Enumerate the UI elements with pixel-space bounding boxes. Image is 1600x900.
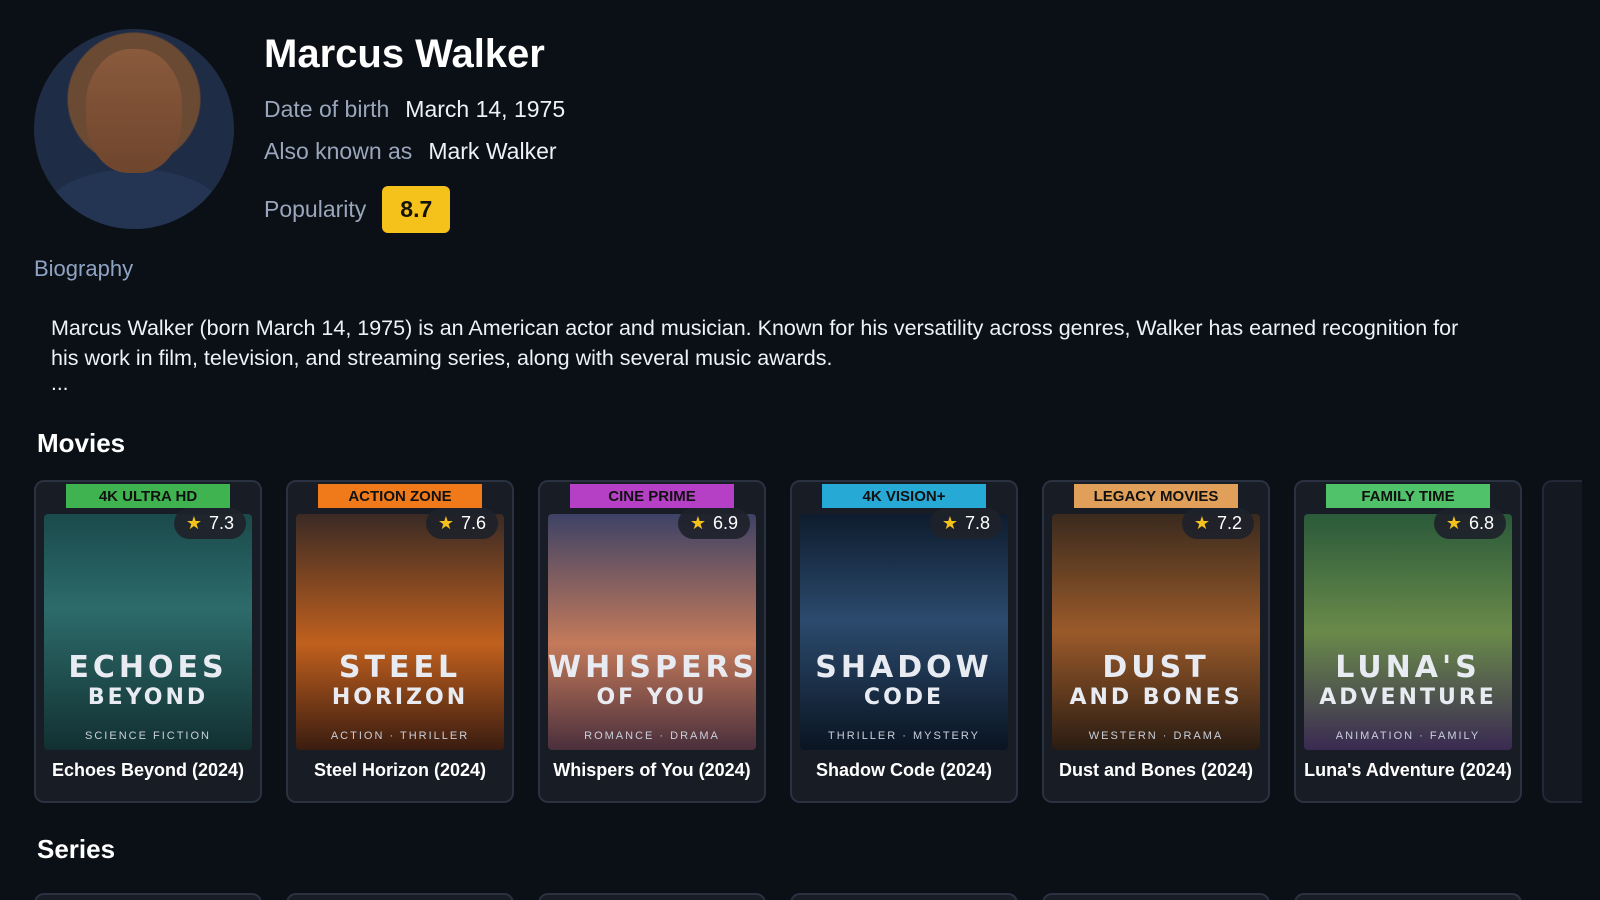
movie-poster[interactable]: SHADOW CODE THRILLER · MYSTERY [800,514,1008,750]
series-card[interactable] [34,893,262,900]
poster-title: STEEL HORIZON [296,650,504,710]
provider-badge: 4K ULTRA HD [66,484,230,508]
poster-title-main: DUST [1102,650,1210,685]
biography-more[interactable]: ... [51,372,69,396]
movie-card[interactable]: 4K ULTRA HD ECHOES BEYOND SCIENCE FICTIO… [34,480,262,803]
poster-title: SHADOW CODE [800,650,1008,710]
poster-title-main: WHISPERS [548,650,756,685]
provider-badge: ACTION ZONE [318,484,482,508]
dob-label: Date of birth [264,96,390,122]
star-icon: ★ [185,513,202,533]
series-card[interactable] [286,893,514,900]
movie-card[interactable]: FAMILY TIME LUNA'S ADVENTURE ANIMATION ·… [1294,480,1522,803]
rating-badge: ★ 7.8 [929,508,1002,539]
rating-value: 7.6 [460,513,486,533]
popularity-row: Popularity 8.7 [264,186,451,233]
poster-title-main: LUNA'S [1335,650,1481,685]
poster-genre: WESTERN · DRAMA [1088,730,1224,742]
movie-poster[interactable]: WHISPERS OF YOU ROMANCE · DRAMA [548,514,756,750]
star-icon: ★ [437,513,454,533]
rating-value: 6.9 [712,513,738,533]
movie-title[interactable]: Steel Horizon (2024) [288,760,512,781]
poster-title: WHISPERS OF YOU [548,650,756,710]
aka-value: Mark Walker [428,138,557,164]
movie-card[interactable]: CINE PRIME WHISPERS OF YOU ROMANCE · DRA… [538,480,766,803]
movie-title[interactable]: Echoes Beyond (2024) [36,760,260,781]
dob-value: March 14, 1975 [405,96,566,122]
series-card[interactable] [1294,893,1522,900]
star-icon: ★ [1193,513,1210,533]
rating-badge: ★ 6.8 [1433,508,1506,539]
poster-title-sub: ADVENTURE [1319,685,1497,710]
person-name: Marcus Walker [264,32,545,76]
star-icon: ★ [689,513,706,533]
movie-title[interactable]: Whispers of You (2024) [540,760,764,781]
movie-card[interactable]: LEGACY MOVIES DUST AND BONES WESTERN · D… [1042,480,1270,803]
popularity-label: Popularity [264,196,367,222]
movie-poster[interactable]: LUNA'S ADVENTURE ANIMATION · FAMILY [1304,514,1512,750]
rating-value: 7.2 [1216,513,1242,533]
rating-value: 7.8 [964,513,990,533]
movies-carousel: 4K ULTRA HD ECHOES BEYOND SCIENCE FICTIO… [34,480,1522,803]
poster-title: LUNA'S ADVENTURE [1304,650,1512,710]
movies-section-title: Movies [37,428,126,458]
avatar-shirt [44,169,224,229]
series-section-title: Series [37,834,116,864]
poster-title-sub: CODE [863,685,945,710]
provider-badge: FAMILY TIME [1326,484,1490,508]
avatar [34,29,234,229]
rating-badge: ★ 7.3 [173,508,246,539]
rating-value: 6.8 [1468,513,1494,533]
series-card[interactable] [1042,893,1270,900]
poster-title: DUST AND BONES [1052,650,1260,710]
poster-title-sub: OF YOU [596,685,708,710]
rating-value: 7.3 [208,513,234,533]
poster-genre: ROMANCE · DRAMA [584,730,720,742]
aka-row: Also known as Mark Walker [264,138,557,165]
popularity-badge: 8.7 [382,186,451,233]
movie-poster[interactable]: ECHOES BEYOND SCIENCE FICTION [44,514,252,750]
movie-poster[interactable]: DUST AND BONES WESTERN · DRAMA [1052,514,1260,750]
provider-badge: 4K VISION+ [822,484,986,508]
poster-genre: SCIENCE FICTION [85,730,211,742]
poster-genre: ACTION · THRILLER [330,730,470,742]
poster-title-sub: HORIZON [331,685,469,710]
series-card[interactable] [538,893,766,900]
poster-title: ECHOES BEYOND [44,650,252,710]
biography-heading[interactable]: Biography [34,256,133,282]
poster-genre: ANIMATION · FAMILY [1335,730,1481,742]
poster-title-sub: BEYOND [87,685,209,710]
poster-title-main: ECHOES [68,650,228,685]
star-icon: ★ [941,513,958,533]
series-carousel [34,893,1522,900]
poster-genre: THRILLER · MYSTERY [828,730,980,742]
movie-title[interactable]: Shadow Code (2024) [792,760,1016,781]
dob-row: Date of birth March 14, 1975 [264,96,565,123]
rating-badge: ★ 6.9 [677,508,750,539]
aka-label: Also known as [264,138,413,164]
provider-badge: CINE PRIME [570,484,734,508]
movie-card[interactable]: 4K VISION+ SHADOW CODE THRILLER · MYSTER… [790,480,1018,803]
poster-title-main: SHADOW [815,650,993,685]
star-icon: ★ [1445,513,1462,533]
avatar-face [86,49,182,173]
movie-poster[interactable]: STEEL HORIZON ACTION · THRILLER [296,514,504,750]
series-card[interactable] [790,893,1018,900]
movie-title[interactable]: Dust and Bones (2024) [1044,760,1268,781]
provider-badge: LEGACY MOVIES [1074,484,1238,508]
biography-text: Marcus Walker (born March 14, 1975) is a… [51,316,1459,370]
movie-title[interactable]: Luna's Adventure (2024) [1296,760,1520,781]
poster-title-main: STEEL [338,650,462,685]
rating-badge: ★ 7.6 [425,508,498,539]
rating-badge: ★ 7.2 [1181,508,1254,539]
poster-title-sub: AND BONES [1069,685,1243,710]
movie-card[interactable]: ACTION ZONE STEEL HORIZON ACTION · THRIL… [286,480,514,803]
movie-card-peek[interactable] [1542,480,1582,803]
